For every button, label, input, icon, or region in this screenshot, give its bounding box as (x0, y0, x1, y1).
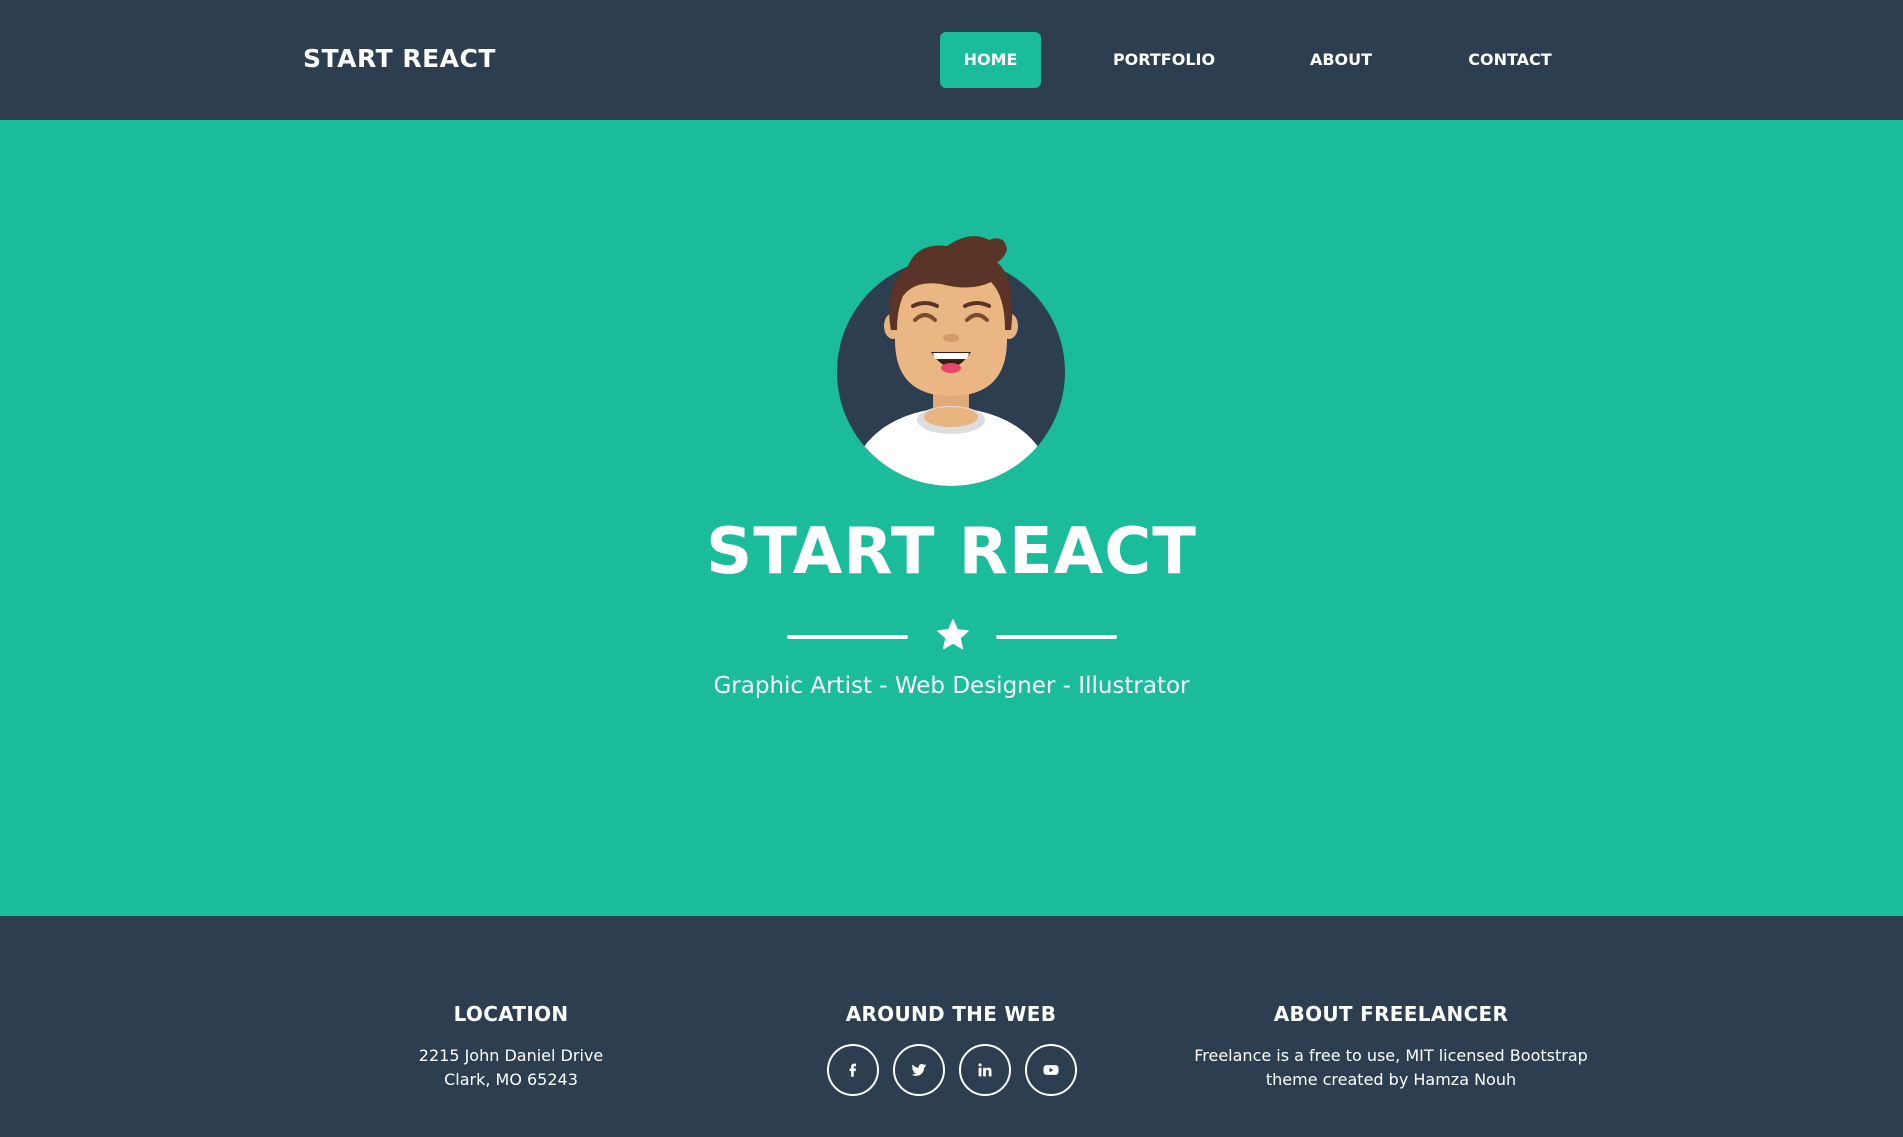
footer-location: LOCATION 2215 John Daniel Drive Clark, M… (291, 1002, 731, 1092)
hero-subtitle: Graphic Artist - Web Designer - Illustra… (713, 673, 1190, 699)
nav-item-home[interactable]: HOME (940, 32, 1041, 88)
social-links (731, 1044, 1171, 1096)
divider-line-left (787, 635, 908, 639)
avatar-image (837, 236, 1065, 486)
footer: LOCATION 2215 John Daniel Drive Clark, M… (0, 916, 1903, 1137)
hero-section: START REACT Graphic Artist - Web Designe… (0, 120, 1903, 916)
facebook-icon[interactable] (827, 1044, 879, 1096)
nav-item-portfolio[interactable]: PORTFOLIO (1094, 32, 1234, 88)
star-icon (937, 619, 969, 650)
brand-logo[interactable]: START REACT (303, 44, 496, 73)
nav-item-about[interactable]: ABOUT (1293, 32, 1389, 88)
about-text-line-1: Freelance is a free to use, MIT licensed… (1194, 1046, 1588, 1065)
linkedin-icon[interactable] (959, 1044, 1011, 1096)
nav-item-contact[interactable]: CONTACT (1452, 32, 1568, 88)
address-line-2: Clark, MO 65243 (444, 1070, 578, 1089)
about-heading: ABOUT FREELANCER (1273, 1002, 1509, 1026)
youtube-icon[interactable] (1025, 1044, 1077, 1096)
footer-around-the-web: AROUND THE WEB (731, 1002, 1171, 1096)
web-heading: AROUND THE WEB (845, 1002, 1057, 1026)
navbar: START REACT HOME PORTFOLIO ABOUT CONTACT (0, 0, 1903, 120)
divider-line-right (996, 635, 1117, 639)
hero-title: START REACT (706, 515, 1197, 589)
about-text-line-2: theme created by Hamza Nouh (1265, 1070, 1517, 1089)
twitter-icon[interactable] (893, 1044, 945, 1096)
address-line-1: 2215 John Daniel Drive (418, 1046, 604, 1065)
footer-about: ABOUT FREELANCER Freelance is a free to … (1171, 1002, 1611, 1092)
location-heading: LOCATION (453, 1002, 569, 1026)
star-divider (787, 615, 1117, 655)
